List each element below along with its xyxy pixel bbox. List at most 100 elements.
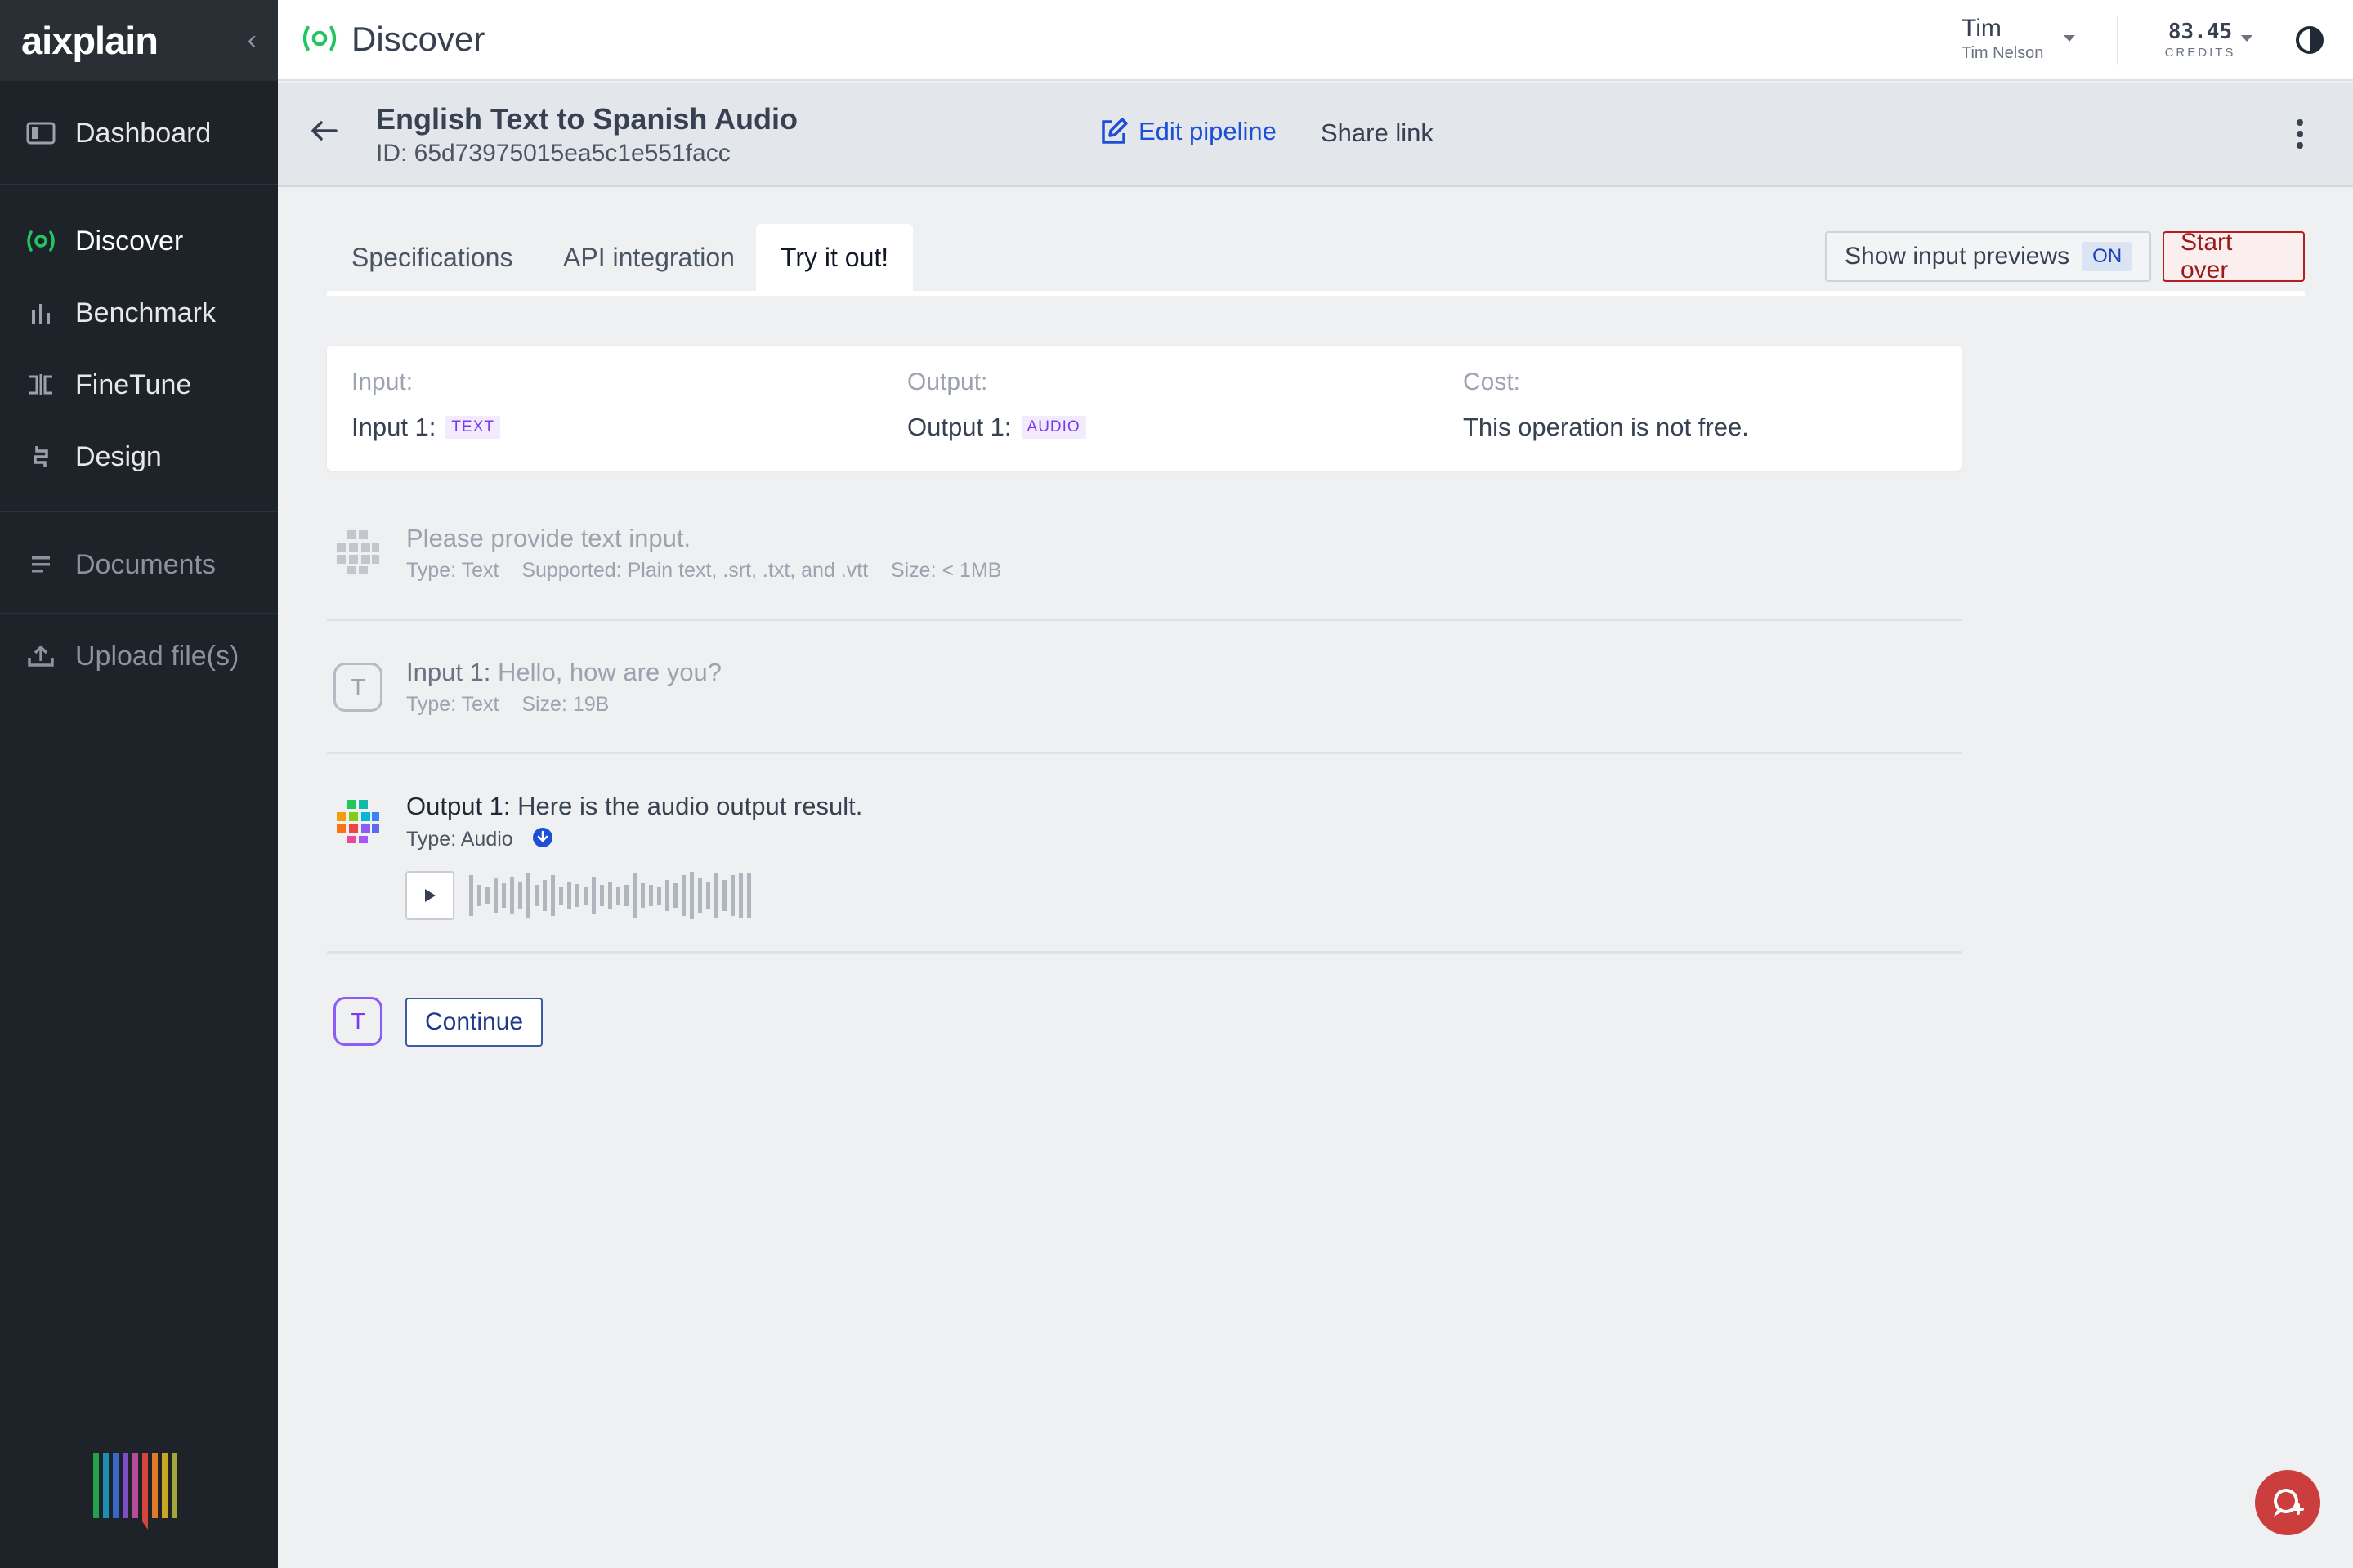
audio-waveform[interactable] (469, 870, 763, 921)
meta-key: Type: (406, 693, 457, 716)
cost-column: Cost: This operation is not free. (1463, 369, 1749, 442)
sidebar-item-label: Discover (75, 225, 184, 257)
output-value: Output 1: AUDIO (907, 413, 1086, 442)
benchmark-icon (25, 297, 57, 329)
output-message-label: Output 1: (406, 792, 511, 820)
meta-key: Size: (521, 693, 567, 716)
sidebar-item-finetune[interactable]: FineTune (0, 360, 278, 409)
add-chat-icon (2274, 1489, 2304, 1517)
aixplain-bot-icon (333, 796, 383, 847)
sidebar: aixplain ‹ Dashboard Discover Benchmark … (0, 0, 278, 1568)
tab-try-it-out[interactable]: Try it out! (756, 224, 914, 291)
sidebar-item-upload[interactable]: Upload file(s) (0, 632, 278, 681)
credits-label: CREDITS (2164, 46, 2236, 60)
meta-key: Type: (406, 828, 457, 851)
output-type-badge: AUDIO (1021, 416, 1086, 439)
output-column: Output: Output 1: AUDIO (907, 369, 1086, 442)
divider (2117, 16, 2118, 65)
meta-value: Audio (460, 828, 513, 851)
row-divider (327, 752, 1962, 754)
pipeline-header: English Text to Spanish Audio ID: 65d739… (278, 83, 2353, 187)
meta-key: Type: (406, 559, 457, 582)
sidebar-item-label: Benchmark (75, 297, 216, 328)
chevron-down-icon[interactable] (2062, 33, 2077, 47)
tab-api-integration[interactable]: API integration (539, 224, 759, 291)
meta-key: Supported: (521, 559, 622, 582)
meta-value: 19B (572, 693, 610, 716)
pipeline-title: English Text to Spanish Audio (376, 102, 798, 136)
io-summary-card: Input: Input 1: TEXT Output: Output 1: A… (327, 346, 1962, 471)
sidebar-item-benchmark[interactable]: Benchmark (0, 288, 278, 337)
input-type-badge: TEXT (445, 416, 500, 439)
user-name: Tim (1962, 15, 2002, 42)
download-icon[interactable] (532, 827, 553, 854)
meta-value: Plain text, .srt, .txt, and .vtt (627, 559, 869, 582)
user-full-name: Tim Nelson (1962, 44, 2044, 62)
tab-bar: Specifications API integration Try it ou… (327, 224, 2305, 296)
logo-bar: aixplain ‹ (0, 0, 278, 81)
edit-pipeline-button[interactable]: Edit pipeline (1099, 117, 1277, 146)
play-button[interactable] (405, 871, 454, 920)
output-message-text: Here is the audio output result. (517, 792, 863, 820)
input-column: Input: Input 1: TEXT (351, 369, 500, 442)
sidebar-item-discover[interactable]: Discover (0, 217, 278, 266)
meta-value: Text (461, 693, 499, 716)
collapse-sidebar-icon[interactable]: ‹ (248, 25, 257, 56)
design-icon (25, 440, 57, 473)
credits-amount: 83.45 (2167, 20, 2233, 44)
documents-icon (25, 548, 57, 581)
cost-value: This operation is not free. (1463, 413, 1749, 441)
toggle-state-badge: ON (2082, 242, 2132, 271)
back-arrow-icon[interactable] (309, 118, 338, 147)
play-icon (425, 889, 436, 902)
sidebar-item-documents[interactable]: Documents (0, 540, 278, 589)
sidebar-item-label: Documents (75, 548, 216, 580)
sidebar-divider (0, 184, 278, 185)
show-input-previews-toggle[interactable]: Show input previews ON (1825, 231, 2152, 282)
input-name: Input 1: (351, 413, 436, 441)
sidebar-divider (0, 511, 278, 512)
output-name: Output 1: (907, 413, 1012, 441)
pipeline-id: ID: 65d73975015ea5c1e551facc (376, 140, 731, 167)
row-divider (327, 619, 1962, 621)
chevron-down-icon[interactable] (2239, 33, 2254, 47)
brand-mark-icon (92, 1451, 188, 1537)
sidebar-item-label: Dashboard (75, 117, 212, 149)
discover-icon (25, 225, 57, 257)
start-over-button[interactable]: Start over (2163, 229, 2305, 284)
continue-button[interactable]: Continue (405, 998, 544, 1047)
sidebar-item-dashboard[interactable]: Dashboard (0, 109, 278, 158)
page-title: Discover (351, 20, 485, 58)
sidebar-item-label: Upload file(s) (75, 640, 239, 672)
prompt-meta: Type: Text Supported: Plain text, .srt, … (406, 559, 1001, 583)
user-menu[interactable]: Tim Tim Nelson (1962, 15, 2043, 63)
output-heading: Output: (907, 369, 988, 395)
aixplain-logo[interactable]: aixplain (21, 18, 159, 63)
prompt-message: Please provide text input. (406, 524, 691, 552)
output-message: Output 1: Here is the audio output resul… (406, 792, 862, 821)
user-text-avatar: T (333, 996, 383, 1047)
tab-specifications[interactable]: Specifications (327, 224, 537, 291)
input-value: Input 1: TEXT (351, 413, 500, 442)
meta-value: < 1MB (942, 559, 1002, 582)
upload-icon (25, 640, 57, 672)
input-heading: Input: (351, 369, 414, 395)
sidebar-item-design[interactable]: Design (0, 432, 278, 481)
more-options-icon[interactable] (2295, 118, 2305, 154)
input-message: Input 1: Hello, how are you? (406, 658, 722, 687)
theme-toggle-icon[interactable] (2294, 25, 2325, 60)
output-meta: Type: Audio (406, 827, 553, 854)
help-chat-button[interactable] (2255, 1470, 2320, 1535)
meta-key: Size: (890, 559, 937, 582)
text-badge-icon: T (333, 997, 382, 1046)
cost-heading: Cost: (1463, 369, 1521, 395)
show-input-previews-label: Show input previews (1845, 243, 2070, 270)
sidebar-divider (0, 613, 278, 614)
credits-display[interactable]: 83.45 CREDITS (2154, 20, 2246, 60)
dashboard-icon (25, 117, 57, 150)
input-message-text: Hello, how are you? (498, 658, 722, 686)
discover-icon (300, 23, 339, 58)
edit-icon (1102, 118, 1128, 144)
share-link-button[interactable]: Share link (1321, 118, 1434, 148)
row-divider (327, 951, 1962, 954)
